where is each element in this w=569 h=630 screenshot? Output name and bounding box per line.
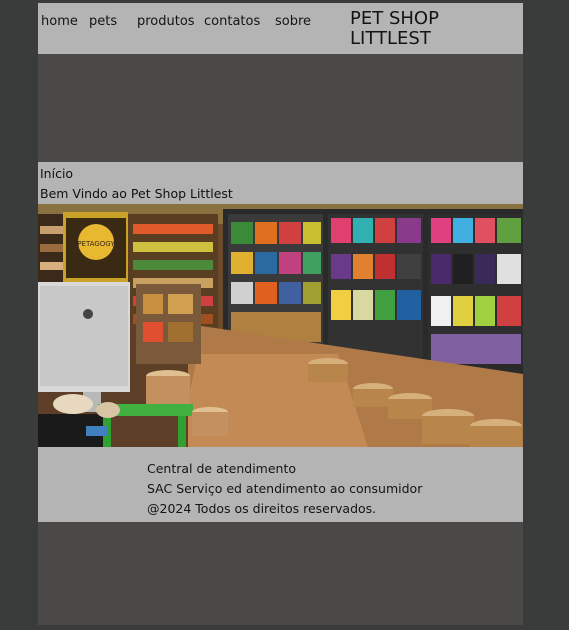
nav-home[interactable]: home <box>41 14 78 29</box>
nav-produtos[interactable]: produtos <box>137 14 195 29</box>
intro-section: Início Bem Vindo ao Pet Shop Littlest <box>38 162 523 204</box>
store-sign-text: PETAGOGY <box>77 240 115 248</box>
store-photo: PETAGOGY <box>38 204 523 447</box>
nav-sobre[interactable]: sobre <box>275 14 311 29</box>
breadcrumb: Início <box>40 166 74 181</box>
brand-line-2: LITTLEST <box>350 28 431 49</box>
hero-image: PETAGOGY <box>38 204 523 447</box>
footer-sac-text: SAC Serviço ed atendimento ao consumidor <box>147 481 423 496</box>
page-container: home pets produtos contatos sobre PET SH… <box>38 3 523 625</box>
footer-copyright: @2024 Todos os direitos reservados. <box>147 501 377 516</box>
nav-contatos[interactable]: contatos <box>204 14 260 29</box>
footer-support-link[interactable]: Central de atendimento <box>147 461 296 476</box>
site-logo-text: PET SHOP LITTLEST <box>350 9 500 49</box>
site-header: home pets produtos contatos sobre PET SH… <box>38 3 523 54</box>
brand-line-1: PET SHOP <box>350 8 439 29</box>
nav-pets[interactable]: pets <box>89 14 117 29</box>
welcome-heading: Bem Vindo ao Pet Shop Littlest <box>40 186 233 201</box>
site-footer: Central de atendimento SAC Serviço ed at… <box>38 447 523 522</box>
